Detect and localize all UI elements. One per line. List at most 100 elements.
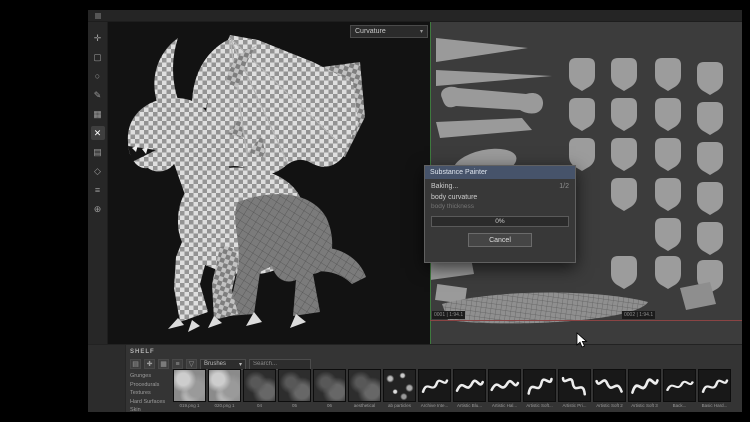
chevron-down-icon: ▾ bbox=[239, 361, 242, 368]
baking-progress-bar: 0% bbox=[431, 216, 569, 227]
shelf-category-hard-surfaces[interactable]: Hard Surfaces bbox=[130, 399, 165, 406]
shelf-thumbnail[interactable]: 05 bbox=[278, 369, 311, 408]
thumbnail-label: ab particles bbox=[383, 403, 416, 408]
viewport-3d[interactable] bbox=[108, 22, 430, 344]
thumbnail-image[interactable] bbox=[698, 369, 731, 402]
mask-tool-icon[interactable]: ◇ bbox=[91, 164, 105, 178]
layers-tool-icon[interactable]: ▤ bbox=[91, 145, 105, 159]
shelf-preset-value: Brushes bbox=[204, 361, 226, 367]
shelf-thumbnail[interactable]: 04 bbox=[243, 369, 276, 408]
shelf-thumbnail[interactable]: Artistic Pri... bbox=[558, 369, 591, 408]
thumbnail-image[interactable] bbox=[488, 369, 521, 402]
grid-view-icon[interactable]: ▦ bbox=[158, 359, 169, 369]
shelf-category-skin[interactable]: Skin bbox=[130, 407, 165, 412]
thumbnail-image[interactable] bbox=[173, 369, 206, 402]
baking-current-task: body curvature bbox=[431, 194, 477, 201]
shelf-thumbnail-strip: 019.png 1 020.png 1 04 05 06 bbox=[173, 369, 731, 408]
shelf-thumbnail[interactable]: Artistic Soft 3 bbox=[628, 369, 661, 408]
add-tool-icon[interactable]: ⊕ bbox=[91, 202, 105, 216]
shelf-thumbnail[interactable]: aesthetical bbox=[348, 369, 381, 408]
baking-counter: 1/2 bbox=[559, 183, 569, 190]
thumbnail-image[interactable] bbox=[523, 369, 556, 402]
thumbnail-label: aesthetical bbox=[348, 403, 381, 408]
thumbnail-label: Artistic Soft 3 bbox=[628, 403, 661, 408]
thumbnail-label: Artistic Pri... bbox=[558, 403, 591, 408]
shelf-thumbnail[interactable]: Back... bbox=[663, 369, 696, 408]
shelf-thumbnail[interactable]: 06 bbox=[313, 369, 346, 408]
channel-selector-dropdown[interactable]: Curvature ▾ bbox=[350, 25, 428, 38]
mouse-cursor bbox=[576, 332, 588, 348]
shelf-left-gutter bbox=[88, 345, 126, 412]
baking-status-text: Baking... bbox=[431, 183, 458, 190]
thumbnail-label: 020.png 1 bbox=[208, 403, 241, 408]
shelf-thumbnail[interactable]: Artistic Soft 2 bbox=[593, 369, 626, 408]
cancel-button[interactable]: Cancel bbox=[468, 233, 532, 247]
list-view-icon[interactable]: ≡ bbox=[172, 359, 183, 369]
thumbnail-image[interactable] bbox=[208, 369, 241, 402]
dialog-title: Substance Painter bbox=[425, 166, 575, 179]
thumbnail-label: Artistic Soft 2 bbox=[593, 403, 626, 408]
thumbnail-image[interactable] bbox=[278, 369, 311, 402]
thumbnail-image[interactable] bbox=[663, 369, 696, 402]
thumbnail-label: 06 bbox=[313, 403, 346, 408]
add-folder-icon[interactable]: ✚ bbox=[144, 359, 155, 369]
baking-queued-task: body thickness bbox=[431, 203, 474, 210]
list-tool-icon[interactable]: ≡ bbox=[91, 183, 105, 197]
baking-dialog: Substance Painter Baking... 1/2 body cur… bbox=[424, 165, 576, 263]
filter-icon[interactable]: ▽ bbox=[186, 359, 197, 369]
thumbnail-image[interactable] bbox=[453, 369, 486, 402]
chevron-down-icon: ▾ bbox=[420, 28, 423, 35]
thumbnail-label: Back... bbox=[663, 403, 696, 408]
thumbnail-image[interactable] bbox=[383, 369, 416, 402]
shelf-search-input[interactable] bbox=[249, 359, 311, 370]
thumbnail-image[interactable] bbox=[593, 369, 626, 402]
uv-axis-red bbox=[430, 320, 742, 321]
shelf-category-textures[interactable]: Textures bbox=[130, 390, 165, 397]
window-icon bbox=[95, 13, 101, 19]
screen-frame: ✛ ▢ ○ ✎ ▦ ✕ ▤ ◇ ≡ ⊕ bbox=[0, 0, 750, 422]
thumbnail-image[interactable] bbox=[628, 369, 661, 402]
thumbnail-label: Artistic Blu... bbox=[453, 403, 486, 408]
udim-tile-label-left: 0001 | 1:94.1 bbox=[432, 311, 465, 319]
shelf-category-grunges[interactable]: Grunges bbox=[130, 373, 165, 380]
thumbnail-label: 04 bbox=[243, 403, 276, 408]
shelf-thumbnail[interactable]: 019.png 1 bbox=[173, 369, 206, 408]
left-tool-strip: ✛ ▢ ○ ✎ ▦ ✕ ▤ ◇ ≡ ⊕ bbox=[88, 22, 108, 344]
thumbnail-label: Artistic Hal... bbox=[488, 403, 521, 408]
shelf-thumbnail[interactable]: ab particles bbox=[383, 369, 416, 408]
udim-tile-label-right: 0002 | 1:94.1 bbox=[622, 311, 655, 319]
shelf-category-procedurals[interactable]: Procedurals bbox=[130, 382, 165, 389]
progress-percent-label: 0% bbox=[495, 218, 504, 225]
brush-tool-icon[interactable]: ○ bbox=[91, 69, 105, 83]
select-tool-icon[interactable]: ▢ bbox=[91, 50, 105, 64]
shelf-thumbnail[interactable]: Artistic Blu... bbox=[453, 369, 486, 408]
shelf-title: SHELF bbox=[130, 349, 155, 355]
move-tool-icon[interactable]: ✛ bbox=[91, 31, 105, 45]
thumbnail-image[interactable] bbox=[418, 369, 451, 402]
thumbnail-label: Artistic Soft... bbox=[523, 403, 556, 408]
thumbnail-label: 05 bbox=[278, 403, 311, 408]
thumbnail-image[interactable] bbox=[243, 369, 276, 402]
thumbnail-label: Archive Inte... bbox=[418, 403, 451, 408]
thumbnail-image[interactable] bbox=[558, 369, 591, 402]
pencil-tool-icon[interactable]: ✎ bbox=[91, 88, 105, 102]
substance-painter-window: ✛ ▢ ○ ✎ ▦ ✕ ▤ ◇ ≡ ⊕ bbox=[88, 10, 742, 412]
shelf-category-list: Grunges Procedurals Textures Hard Surfac… bbox=[130, 373, 165, 412]
shelf-thumbnail[interactable]: Artistic Hal... bbox=[488, 369, 521, 408]
shelf-thumbnail[interactable]: Artistic Soft... bbox=[523, 369, 556, 408]
shelf-thumbnail[interactable]: Basic Hard... bbox=[698, 369, 731, 408]
shelf-panel: SHELF ▤ ✚ ▦ ≡ ▽ Brushes ▾ Grunges Proced… bbox=[88, 344, 742, 412]
thumbnail-label: Basic Hard... bbox=[698, 403, 731, 408]
eraser-tool-icon[interactable]: ✕ bbox=[91, 126, 105, 140]
dragon-3d-render bbox=[108, 22, 430, 344]
thumbnail-image[interactable] bbox=[348, 369, 381, 402]
shelf-thumbnail[interactable]: Archive Inte... bbox=[418, 369, 451, 408]
shelf-thumbnail[interactable]: 020.png 1 bbox=[208, 369, 241, 408]
thumbnail-image[interactable] bbox=[313, 369, 346, 402]
channel-selector-value: Curvature bbox=[355, 28, 386, 35]
shelf-preset-dropdown[interactable]: Brushes ▾ bbox=[200, 359, 246, 370]
fill-tool-icon[interactable]: ▦ bbox=[91, 107, 105, 121]
window-top-bar bbox=[88, 10, 742, 22]
folder-icon[interactable]: ▤ bbox=[130, 359, 141, 369]
thumbnail-label: 019.png 1 bbox=[173, 403, 206, 408]
